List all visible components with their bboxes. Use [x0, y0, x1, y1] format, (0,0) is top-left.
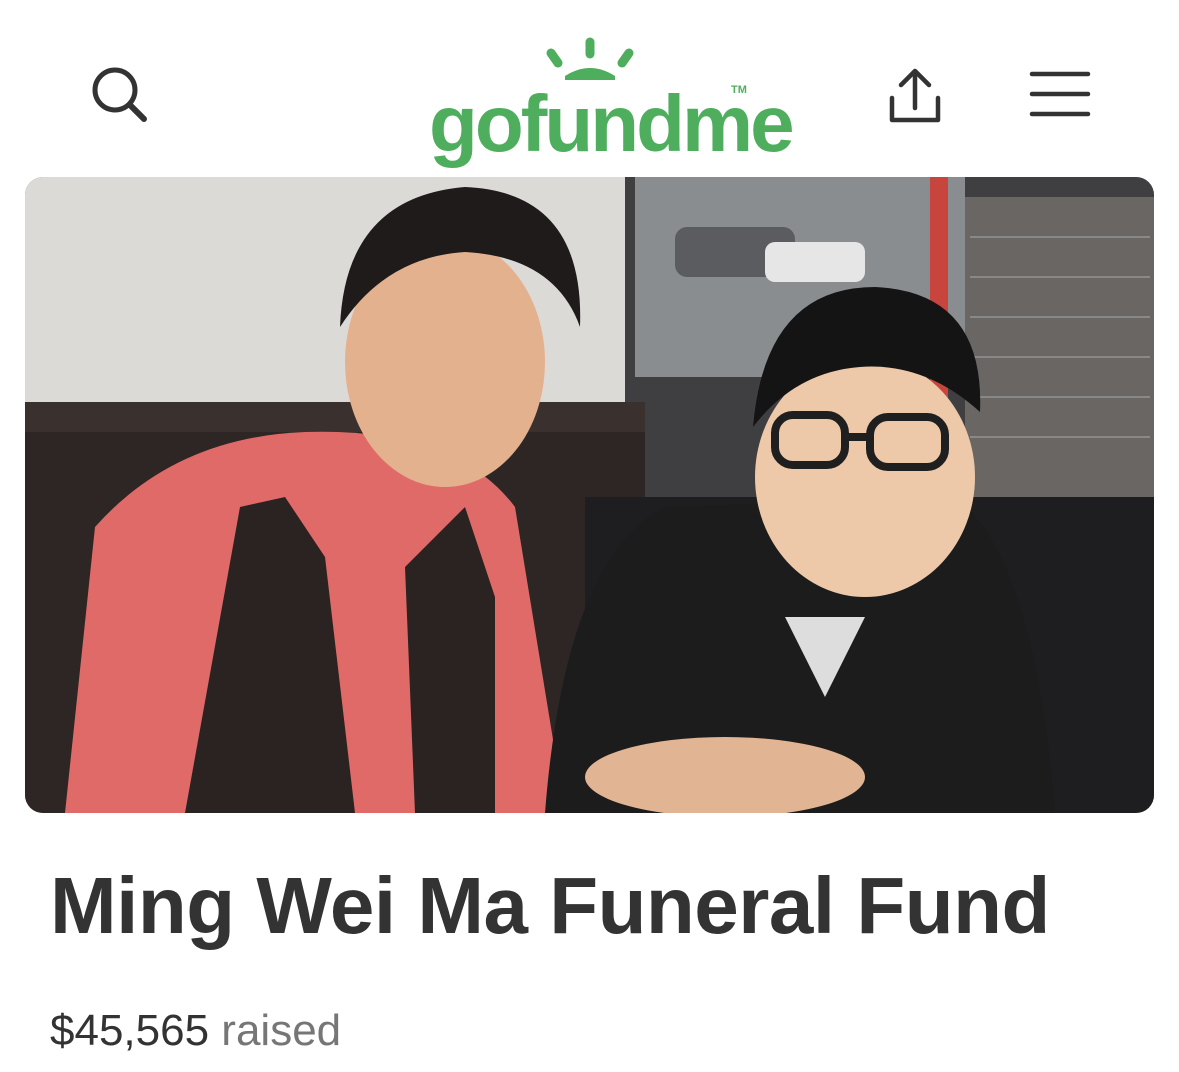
logo-wordmark: gofundme [429, 79, 795, 168]
logo-trademark: TM [731, 84, 747, 96]
campaign-title: Ming Wei Ma Funeral Fund [50, 861, 1050, 950]
campaign-photo [25, 177, 1154, 813]
gofundme-logo[interactable]: gofundme TM [425, 34, 795, 164]
search-button[interactable] [80, 55, 160, 135]
top-navigation-bar: gofundme TM [0, 0, 1179, 175]
hamburger-menu-icon [1029, 71, 1091, 117]
raised-label: raised [221, 1006, 342, 1055]
share-icon [889, 68, 941, 123]
amount-raised: $45,565 [50, 1006, 210, 1055]
campaign-hero-image[interactable] [25, 177, 1154, 813]
search-icon [92, 67, 147, 122]
menu-button[interactable] [1020, 58, 1100, 130]
funds-raised-summary: $45,565 raised [50, 1005, 341, 1058]
share-button[interactable] [872, 52, 958, 138]
